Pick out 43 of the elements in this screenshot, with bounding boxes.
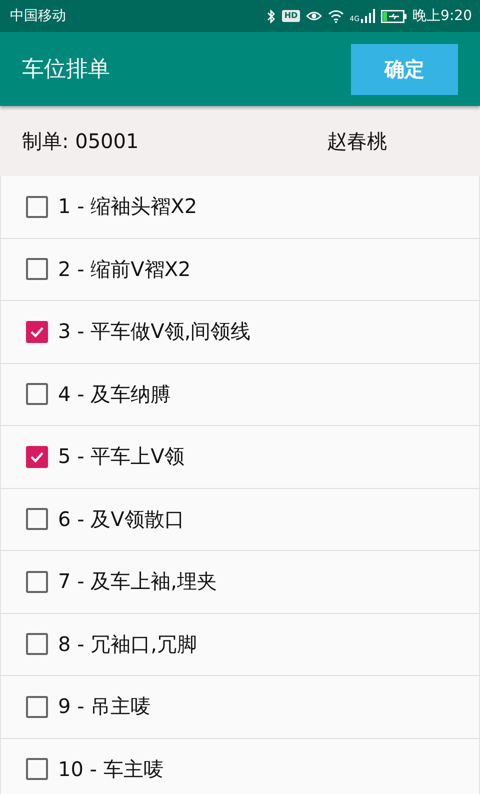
process-row[interactable]: 5 - 平车上V领 <box>0 426 480 488</box>
battery-icon <box>380 10 407 22</box>
process-row[interactable]: 2 - 缩前V褶X2 <box>0 238 480 301</box>
process-label: 7 - 及车上袖,埋夹 <box>58 568 218 596</box>
process-row[interactable]: 9 - 吊主唛 <box>0 676 480 738</box>
process-label: 1 - 缩袖头褶X2 <box>58 193 198 220</box>
clock-time: 晚上9:20 <box>412 7 472 25</box>
checkbox[interactable] <box>26 446 48 468</box>
wifi-icon <box>328 10 344 22</box>
checkbox[interactable] <box>26 633 48 656</box>
order-number: 制单: 05001 <box>22 128 140 154</box>
carrier-name: 中国移动 <box>10 7 66 25</box>
process-row[interactable]: 6 - 及V领散口 <box>0 488 480 551</box>
hd-badge: HD <box>282 10 300 22</box>
process-label: 8 - 冗袖口,冗脚 <box>58 630 198 658</box>
process-row[interactable]: 8 - 冗袖口,冗脚 <box>0 614 480 676</box>
process-label: 4 - 及车纳膊 <box>58 380 171 408</box>
checkbox[interactable] <box>26 383 48 406</box>
process-row[interactable]: 1 - 缩袖头褶X2 <box>0 176 480 238</box>
checkbox[interactable] <box>26 758 48 780</box>
process-row[interactable]: 3 - 平车做V领,间领线 <box>0 301 480 364</box>
checkbox[interactable] <box>26 696 48 718</box>
checkbox[interactable] <box>26 258 48 280</box>
checkbox[interactable] <box>26 320 48 343</box>
process-label: 5 - 平车上V领 <box>58 443 184 470</box>
process-label: 9 - 吊主唛 <box>58 693 151 720</box>
process-row[interactable]: 10 - 车主唛 <box>0 738 480 794</box>
process-label: 3 - 平车做V领,间领线 <box>58 318 251 346</box>
worker-name: 赵春桃 <box>327 128 387 154</box>
checkmark-icon <box>30 326 44 338</box>
bluetooth-icon <box>267 8 276 24</box>
checkbox[interactable] <box>26 570 48 593</box>
process-row[interactable]: 4 - 及车纳膊 <box>0 364 480 426</box>
checkmark-icon <box>30 450 44 463</box>
checkbox[interactable] <box>26 196 48 218</box>
checkbox[interactable] <box>26 508 48 530</box>
eye-icon <box>306 10 322 22</box>
process-label: 2 - 缩前V褶X2 <box>58 256 191 283</box>
process-label: 6 - 及V领散口 <box>58 506 184 533</box>
process-row[interactable]: 7 - 及车上袖,埋夹 <box>0 551 480 614</box>
process-label: 10 - 车主唛 <box>58 756 164 783</box>
page-title: 车位排单 <box>22 56 111 84</box>
signal-icon <box>360 9 375 23</box>
